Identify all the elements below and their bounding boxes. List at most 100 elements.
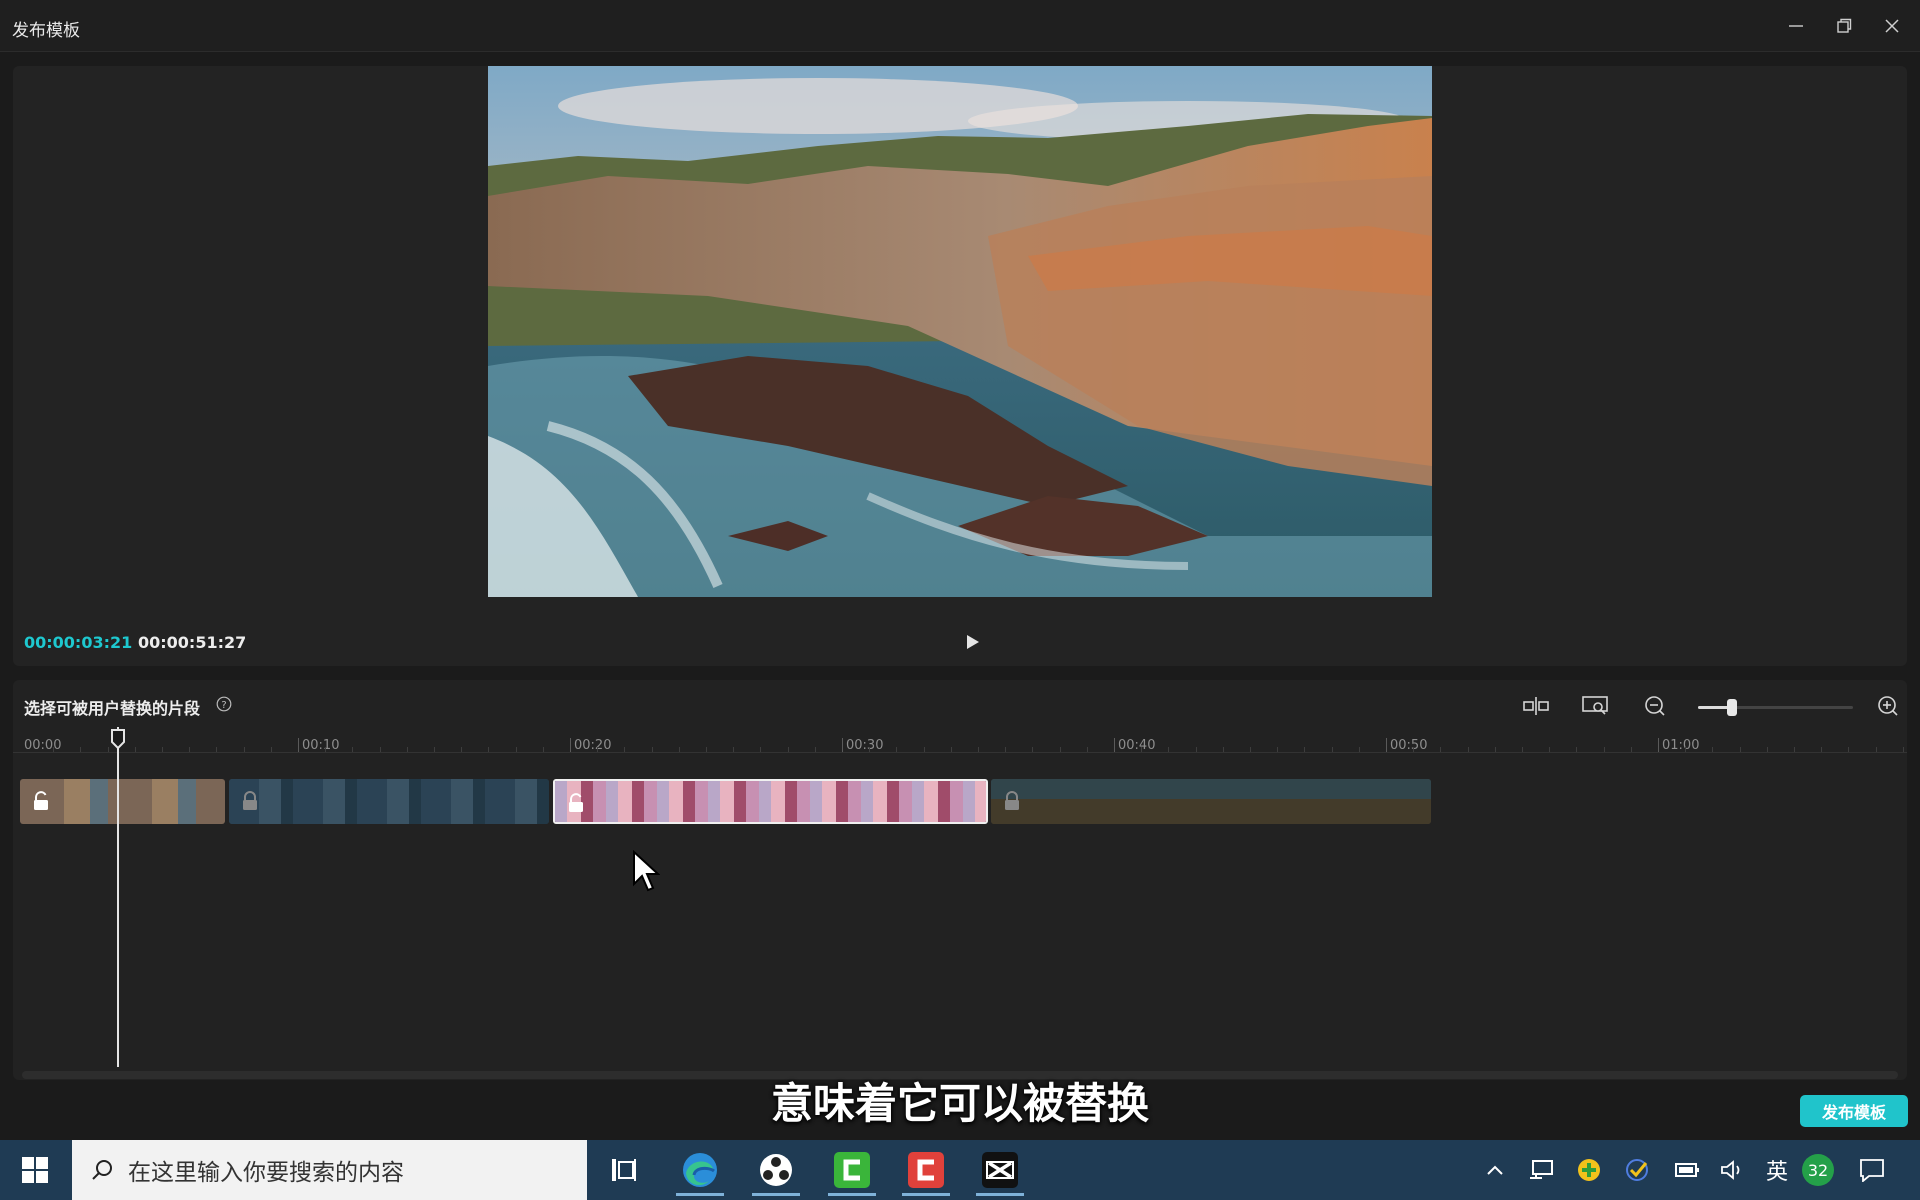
ruler-tick — [298, 738, 299, 752]
capcut-icon — [982, 1152, 1018, 1188]
timeline-clip-beach-figures[interactable] — [991, 779, 1431, 824]
close-button[interactable] — [1872, 10, 1912, 42]
restore-icon — [1837, 18, 1852, 33]
ruler-minor-tick — [1766, 747, 1768, 752]
app-running-indicator — [752, 1193, 800, 1196]
ruler-minor-tick — [134, 747, 136, 752]
app-running-indicator — [676, 1193, 724, 1196]
playhead-line[interactable] — [117, 727, 119, 1067]
title-bar: 发布模板 — [0, 0, 1920, 52]
ruler-tick — [842, 738, 843, 752]
ruler-minor-tick — [624, 747, 626, 752]
action-center-button[interactable] — [1854, 1152, 1890, 1188]
ruler-minor-tick — [787, 747, 789, 752]
app-running-indicator — [976, 1193, 1024, 1196]
timeline-clip-pink-sunset[interactable] — [553, 779, 988, 824]
time-ruler[interactable]: 00:00 00:10 00:20 00:30 00:40 00:50 01:0… — [13, 727, 1907, 767]
ruler-minor-tick — [379, 747, 381, 752]
tray-overflow-button[interactable] — [1482, 1152, 1508, 1188]
taskbar-search-box[interactable]: 在这里输入你要搜索的内容 — [72, 1140, 587, 1200]
subtitle-caption: 意味着它可以被替换 — [770, 1079, 1149, 1128]
window-title: 发布模板 — [12, 21, 80, 41]
chevron-up-icon — [1487, 1165, 1503, 1175]
total-duration: 00:00:51:27 — [138, 633, 247, 652]
taskbar-app-edge[interactable] — [672, 1144, 728, 1196]
taskbar-app-camtasia-red[interactable] — [898, 1144, 954, 1196]
zoom-out-button[interactable] — [1638, 690, 1672, 722]
zoom-slider-thumb[interactable] — [1727, 699, 1738, 716]
ruler-label: 00:00 — [24, 738, 62, 753]
playhead-handle[interactable] — [110, 729, 126, 749]
app-running-indicator — [828, 1193, 876, 1196]
taskbar-app-camtasia-green[interactable] — [824, 1144, 880, 1196]
task-view-button[interactable] — [596, 1144, 652, 1196]
lock-icon[interactable] — [1003, 791, 1021, 811]
video-preview[interactable] — [488, 66, 1432, 597]
unlock-icon[interactable] — [32, 791, 50, 811]
publish-template-button[interactable]: 发布模板 — [1800, 1095, 1908, 1127]
close-icon — [1885, 19, 1899, 33]
ruler-minor-tick — [434, 747, 435, 752]
play-icon — [967, 635, 979, 649]
ruler-minor-tick — [923, 747, 925, 752]
ruler-minor-tick — [1603, 747, 1605, 752]
preview-frame-button[interactable] — [1578, 690, 1612, 722]
svg-text:?: ? — [221, 700, 226, 711]
ruler-minor-tick — [1630, 747, 1632, 752]
ruler-minor-tick — [189, 747, 191, 752]
mouse-cursor-icon — [633, 850, 660, 892]
app-running-indicator — [902, 1193, 950, 1196]
ruler-minor-tick — [107, 747, 109, 752]
current-time: 00:00:03:21 — [24, 633, 133, 652]
help-icon[interactable]: ? — [216, 696, 232, 712]
notification-icon — [1860, 1159, 1884, 1182]
zoom-fit-icon — [1582, 696, 1608, 715]
ruler-tick — [1386, 738, 1387, 752]
timeline-clip-blue-water[interactable] — [229, 779, 549, 824]
ruler-minor-tick — [869, 747, 871, 752]
ruler-minor-tick — [1086, 747, 1088, 752]
taskbar-app-capcut[interactable] — [972, 1144, 1028, 1196]
zoom-slider[interactable] — [1698, 699, 1853, 716]
ruler-minor-tick — [162, 747, 163, 752]
ruler-minor-tick — [515, 747, 517, 752]
restore-button[interactable] — [1824, 10, 1864, 42]
tray-app-360[interactable] — [1574, 1152, 1604, 1188]
network-icon — [1530, 1160, 1553, 1179]
ruler-minor-tick — [352, 747, 354, 752]
split-button[interactable] — [1519, 690, 1553, 722]
checkmark-icon — [1626, 1159, 1648, 1181]
play-button[interactable] — [958, 627, 988, 657]
unlock-icon[interactable] — [567, 793, 585, 813]
ruler-minor-tick — [1059, 747, 1061, 752]
ruler-minor-tick — [1168, 747, 1170, 752]
ruler-minor-tick — [950, 747, 952, 752]
ruler-minor-tick — [814, 747, 816, 752]
zoom-in-icon — [1878, 696, 1898, 716]
lock-icon[interactable] — [241, 791, 259, 811]
tray-app-badge[interactable]: 32 — [1800, 1152, 1836, 1188]
ruler-minor-tick — [1467, 747, 1469, 752]
ruler-tick — [1114, 738, 1115, 752]
tray-badge-count: 32 — [1802, 1154, 1834, 1186]
tray-app-tasks[interactable] — [1622, 1152, 1652, 1188]
minimize-button[interactable] — [1776, 10, 1816, 42]
ruler-minor-tick — [978, 747, 979, 752]
windows-taskbar: 在这里输入你要搜索的内容 英 32 — [0, 1140, 1920, 1200]
tray-network[interactable] — [1526, 1152, 1556, 1188]
video-frame-image — [488, 66, 1432, 597]
zoom-in-button[interactable] — [1871, 690, 1905, 722]
ruler-minor-tick — [1005, 747, 1007, 752]
tray-volume[interactable] — [1718, 1152, 1748, 1188]
camtasia-green-icon — [834, 1152, 870, 1188]
taskbar-app-davinci[interactable] — [748, 1144, 804, 1196]
zoom-out-icon — [1645, 696, 1665, 716]
ruler-minor-tick — [760, 747, 762, 752]
tray-battery[interactable] — [1670, 1152, 1702, 1188]
ruler-minor-tick — [270, 747, 272, 752]
security-app-icon — [1578, 1159, 1600, 1181]
tray-input-language[interactable]: 英 — [1762, 1152, 1792, 1188]
start-button[interactable] — [0, 1140, 70, 1200]
timeline-clip-coastal-cliffs[interactable] — [20, 779, 225, 824]
search-placeholder: 在这里输入你要搜索的内容 — [128, 1160, 404, 1186]
